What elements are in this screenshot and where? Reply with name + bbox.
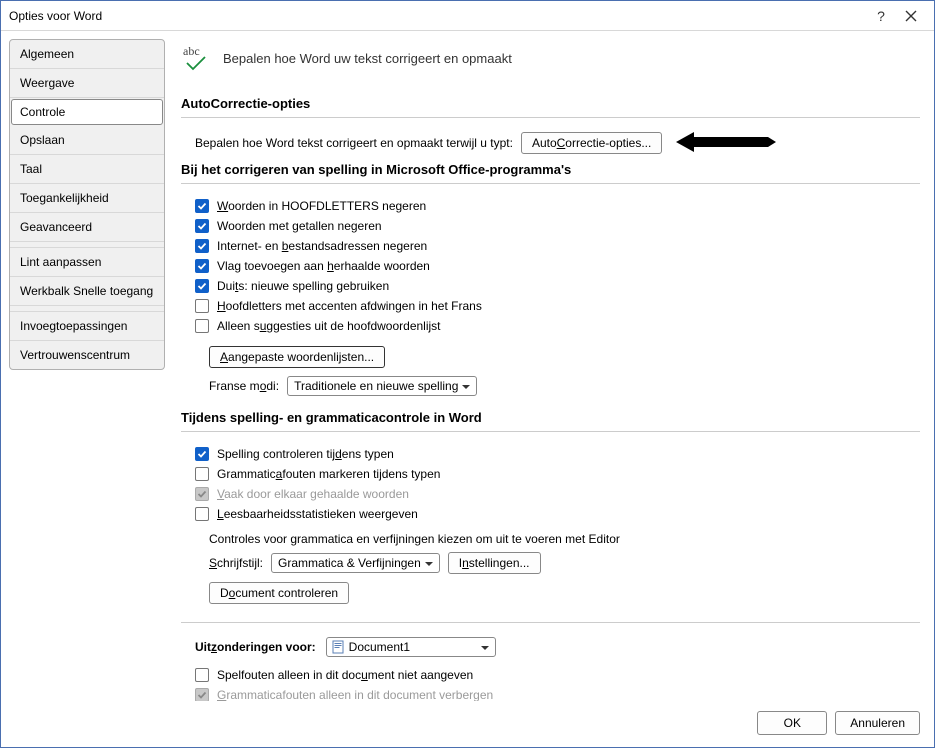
sidebar-item-label: Algemeen: [20, 47, 74, 61]
french-modes-select[interactable]: Traditionele en nieuwe spelling: [287, 376, 477, 396]
help-button[interactable]: ?: [866, 2, 896, 30]
spelling-word-checkbox-2: [195, 487, 209, 501]
spelling-word-check-row-1: Grammaticafouten markeren tijdens typen: [181, 464, 920, 484]
hero-text: Bepalen hoe Word uw tekst corrigeert en …: [223, 51, 512, 66]
close-icon: [905, 10, 917, 22]
spelling-word-check-row-2: Vaak door elkaar gehaalde woorden: [181, 484, 920, 504]
spelling-office-checkbox-2[interactable]: [195, 239, 209, 253]
spelling-word-check-label-0: Spelling controleren tijdens typen: [217, 447, 394, 461]
footer: OK Annuleren: [1, 701, 934, 747]
spelling-office-checkbox-5[interactable]: [195, 299, 209, 313]
sidebar-item-label: Taal: [20, 162, 42, 176]
sidebar-item-label: Vertrouwenscentrum: [20, 348, 130, 362]
spelling-word-check-row-0: Spelling controleren tijdens typen: [181, 444, 920, 464]
section-spelling-word-title: Tijdens spelling- en grammaticacontrole …: [181, 410, 920, 425]
spelling-office-check-label-0: Woorden in HOOFDLETTERS negeren: [217, 199, 426, 213]
sidebar-item-vertrouwenscentrum[interactable]: Vertrouwenscentrum: [10, 341, 164, 369]
exceptions-checkbox-0[interactable]: [195, 668, 209, 682]
close-button[interactable]: [896, 2, 926, 30]
autocorrect-row: Bepalen hoe Word tekst corrigeert en opm…: [195, 130, 920, 156]
sidebar-item-werkbalk[interactable]: Werkbalk Snelle toegang: [10, 277, 164, 306]
sidebar-item-label: Toegankelijkheid: [20, 191, 109, 205]
spelling-office-checkbox-6[interactable]: [195, 319, 209, 333]
spelling-office-check-row-2: Internet- en bestandsadressen negeren: [181, 236, 920, 256]
sidebar-item-controle[interactable]: Controle: [11, 99, 163, 125]
spelling-office-check-row-4: Duits: nieuwe spelling gebruiken: [181, 276, 920, 296]
sidebar-item-toegankelijkheid[interactable]: Toegankelijkheid: [10, 184, 164, 213]
custom-dictionaries-row: Aangepaste woordenlijsten...: [195, 342, 920, 374]
ok-button[interactable]: OK: [757, 711, 827, 735]
sidebar-item-label: Lint aanpassen: [20, 255, 101, 269]
spelling-office-checkbox-3[interactable]: [195, 259, 209, 273]
spelling-word-checkbox-0[interactable]: [195, 447, 209, 461]
spelling-word-check-label-1: Grammaticafouten markeren tijdens typen: [217, 467, 440, 481]
titlebar: Opties voor Word ?: [1, 1, 934, 31]
spelling-office-check-label-5: Hoofdletters met accenten afdwingen in h…: [217, 299, 482, 313]
spelling-office-check-row-3: Vlag toevoegen aan herhaalde woorden: [181, 256, 920, 276]
custom-dictionaries-button[interactable]: Aangepaste woordenlijsten...: [209, 346, 385, 368]
spelling-word-check-label-3: Leesbaarheidsstatistieken weergeven: [217, 507, 418, 521]
spelling-office-check-row-5: Hoofdletters met accenten afdwingen in h…: [181, 296, 920, 316]
exceptions-document-select[interactable]: Document1: [326, 637, 496, 657]
sidebar-item-algemeen[interactable]: Algemeen: [10, 40, 164, 69]
spelling-office-check-row-1: Woorden met getallen negeren: [181, 216, 920, 236]
sidebar-item-taal[interactable]: Taal: [10, 155, 164, 184]
section-spelling-office-title: Bij het corrigeren van spelling in Micro…: [181, 162, 920, 177]
sidebar-item-geavanceerd[interactable]: Geavanceerd: [10, 213, 164, 242]
spelling-office-checkbox-1[interactable]: [195, 219, 209, 233]
section-autocorrect-title: AutoCorrectie-opties: [181, 96, 920, 111]
spelling-office-check-row-6: Alleen suggesties uit de hoofdwoordenlij…: [181, 316, 920, 336]
document-icon: [331, 640, 345, 654]
cancel-button[interactable]: Annuleren: [835, 711, 920, 735]
french-modes-label: Franse modi:: [209, 379, 279, 393]
autocorrect-desc: Bepalen hoe Word tekst corrigeert en opm…: [195, 136, 513, 150]
grammar-refine-desc: Controles voor grammatica en verfijninge…: [209, 532, 620, 546]
spelling-word-checkbox-1[interactable]: [195, 467, 209, 481]
sidebar-item-label: Geavanceerd: [20, 220, 92, 234]
sidebar-item-label: Opslaan: [20, 133, 65, 147]
exceptions-checkbox-1: [195, 688, 209, 701]
dialog-title: Opties voor Word: [9, 9, 866, 23]
sidebar-item-weergave[interactable]: Weergave: [10, 69, 164, 98]
writing-style-label: Schrijfstijl:: [209, 556, 263, 570]
sidebar-item-lint-aanpassen[interactable]: Lint aanpassen: [10, 248, 164, 277]
spelling-word-check-label-2: Vaak door elkaar gehaalde woorden: [217, 487, 409, 501]
exceptions-label: Uitzonderingen voor:: [195, 640, 316, 654]
sidebar-item-invoegtoepassingen[interactable]: Invoegtoepassingen: [10, 312, 164, 341]
exceptions-check-label-1: Grammaticafouten alleen in dit document …: [217, 688, 493, 701]
spelling-office-checkbox-4[interactable]: [195, 279, 209, 293]
spelling-office-check-label-3: Vlag toevoegen aan herhaalde woorden: [217, 259, 430, 273]
sidebar-item-label: Weergave: [20, 76, 74, 90]
spelling-office-check-row-0: Woorden in HOOFDLETTERS negeren: [181, 196, 920, 216]
sidebar: Algemeen Weergave Controle Opslaan Taal …: [9, 39, 165, 370]
spelling-word-checkbox-3[interactable]: [195, 507, 209, 521]
exceptions-check-row-1: Grammaticafouten alleen in dit document …: [181, 685, 920, 701]
sidebar-item-label: Controle: [20, 105, 65, 119]
autocorrect-options-button[interactable]: AutoCorrectie-opties...: [521, 132, 662, 154]
hero: abc Bepalen hoe Word uw tekst corrigeert…: [181, 39, 920, 92]
proofing-icon: abc: [181, 43, 213, 74]
writing-style-select[interactable]: Grammatica & Verfijningen: [271, 553, 440, 573]
content: abc Bepalen hoe Word uw tekst corrigeert…: [181, 39, 924, 701]
exceptions-check-row-0: Spelfouten alleen in dit document niet a…: [181, 665, 920, 685]
exceptions-check-label-0: Spelfouten alleen in dit document niet a…: [217, 668, 473, 682]
spelling-office-check-label-4: Duits: nieuwe spelling gebruiken: [217, 279, 389, 293]
sidebar-item-label: Werkbalk Snelle toegang: [20, 284, 153, 298]
spelling-word-check-row-3: Leesbaarheidsstatistieken weergeven: [181, 504, 920, 524]
spelling-office-check-label-1: Woorden met getallen negeren: [217, 219, 382, 233]
settings-button[interactable]: Instellingen...: [448, 552, 541, 574]
spelling-office-check-label-2: Internet- en bestandsadressen negeren: [217, 239, 427, 253]
recheck-document-button[interactable]: Document controleren: [209, 582, 349, 604]
svg-text:abc: abc: [183, 44, 200, 58]
spelling-office-check-label-6: Alleen suggesties uit de hoofdwoordenlij…: [217, 319, 441, 333]
sidebar-item-opslaan[interactable]: Opslaan: [10, 126, 164, 155]
spelling-office-checkbox-0[interactable]: [195, 199, 209, 213]
sidebar-item-label: Invoegtoepassingen: [20, 319, 127, 333]
